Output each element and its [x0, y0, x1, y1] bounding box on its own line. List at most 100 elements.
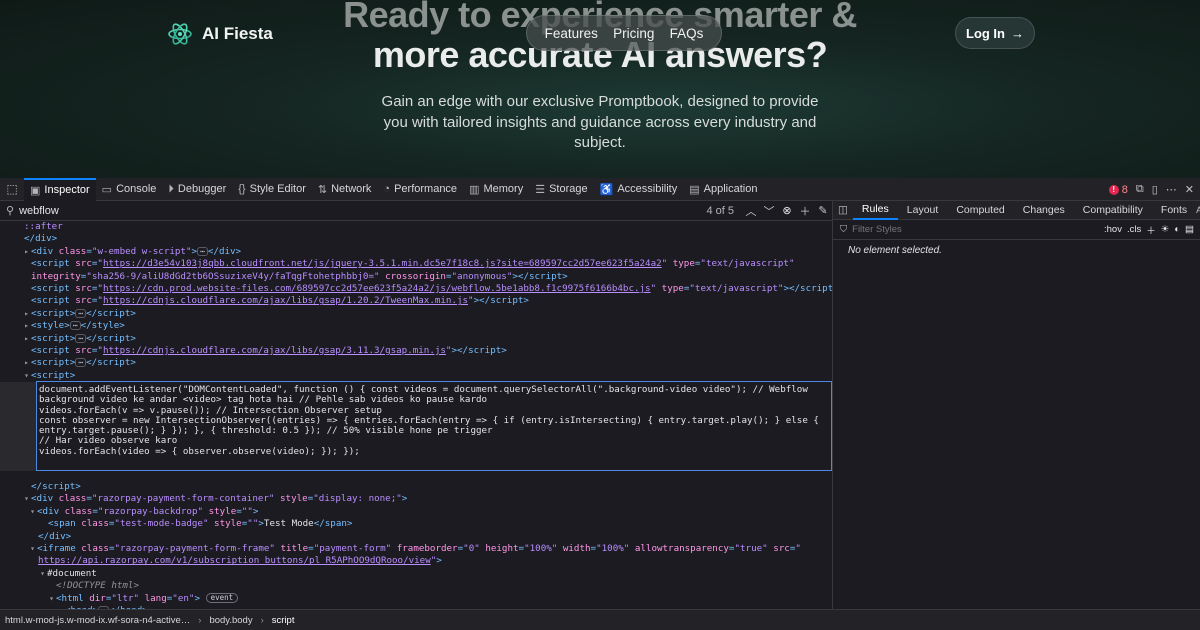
collapsed-content-badge[interactable]: ⋯: [75, 358, 87, 368]
more-tabs-icon[interactable]: A▾: [1196, 205, 1200, 216]
tab-network[interactable]: ⇅ Network: [312, 178, 378, 201]
markup-row[interactable]: ▸ <style> ⋯ </style>: [0, 320, 832, 332]
tab-application[interactable]: ▤ Application: [683, 178, 763, 201]
markup-row[interactable]: <script src="https://cdn.prod.website-fi…: [0, 283, 832, 295]
collapse-arrow-icon[interactable]: ▾: [28, 543, 37, 555]
tab-storage[interactable]: ☰ Storage: [529, 178, 593, 201]
markup-row[interactable]: ▸ <script> ⋯ </script>: [0, 308, 832, 320]
tab-style-editor[interactable]: {} Style Editor: [232, 178, 312, 201]
script-text-node[interactable]: document.addEventListener("DOMContentLoa…: [36, 381, 832, 471]
tab-compatibility[interactable]: Compatibility: [1074, 201, 1152, 220]
arrow-right-icon: →: [1011, 25, 1024, 41]
expand-arrow-icon[interactable]: ▸: [22, 246, 31, 258]
sidebar-toggle-icon[interactable]: ◫: [833, 204, 853, 216]
markup-row[interactable]: ▸ <script> ⋯ </script>: [0, 333, 832, 345]
brand-link[interactable]: AI Fiesta: [166, 20, 273, 48]
element-picker-icon[interactable]: ⬚: [0, 178, 24, 201]
filter-bar: ⛉ :hov .cls ＋ ☀ ◐ ▤: [833, 220, 1200, 240]
expand-arrow-icon[interactable]: ▸: [22, 357, 31, 369]
search-next-icon[interactable]: ﹀: [760, 203, 778, 219]
hero-subtitle: Gain an edge with our exclusive Promptbo…: [381, 93, 819, 151]
collapsed-content-badge[interactable]: ⋯: [197, 246, 208, 256]
search-input[interactable]: [19, 204, 707, 217]
tab-layout[interactable]: Layout: [898, 201, 948, 220]
search-prev-icon[interactable]: ︿: [742, 203, 760, 219]
tab-changes[interactable]: Changes: [1014, 201, 1074, 220]
breadcrumb-script[interactable]: script: [272, 615, 295, 626]
markup-row[interactable]: ▸ <div class="w-embed w-script"> ⋯ </div>: [0, 246, 832, 258]
expand-arrow-icon[interactable]: ▸: [22, 320, 31, 332]
nav-faqs[interactable]: FAQs: [670, 26, 704, 41]
search-icon: ⚲: [6, 205, 15, 217]
more-menu-icon[interactable]: ⋯: [1166, 183, 1177, 196]
nav-features[interactable]: Features: [545, 26, 598, 41]
collapse-arrow-icon[interactable]: ▾: [47, 593, 56, 605]
memory-icon: ▥: [469, 183, 480, 196]
markup-row[interactable]: <script src="https://cdnjs.cloudflare.co…: [0, 295, 832, 307]
tab-console[interactable]: ▭ Console: [96, 178, 163, 201]
add-node-icon[interactable]: ＋: [796, 203, 814, 219]
storage-icon: ☰: [535, 183, 546, 196]
inspector-icon: ▣: [30, 184, 41, 197]
filter-icon: ⛉: [840, 224, 848, 235]
ai-fiesta-logo-icon: [168, 23, 192, 45]
collapse-arrow-icon[interactable]: ▾: [28, 506, 37, 518]
dark-mode-icon[interactable]: ◐: [1174, 224, 1180, 235]
color-picker-icon[interactable]: ✎: [814, 204, 832, 217]
tab-fonts[interactable]: Fonts: [1152, 201, 1196, 220]
markup-row[interactable]: ▾ <iframe class="razorpay-payment-form-fr…: [0, 543, 832, 555]
markup-row[interactable]: https://api.razorpay.com/v1/subscription…: [0, 555, 832, 567]
dock-icon[interactable]: ▯: [1152, 183, 1158, 196]
close-icon[interactable]: ✕: [1185, 183, 1194, 196]
markup-row[interactable]: <script src="https://cdnjs.cloudflare.co…: [0, 345, 832, 357]
tab-debugger[interactable]: ⏵ Debugger: [162, 178, 232, 201]
tab-memory[interactable]: ▥ Memory: [463, 178, 529, 201]
collapsed-content-badge[interactable]: ⋯: [75, 308, 87, 318]
collapse-arrow-icon[interactable]: ▾: [38, 568, 47, 580]
clear-search-icon[interactable]: ⊗: [778, 204, 796, 217]
markup-row[interactable]: ▾ <html dir="ltr" lang="en"> event: [0, 593, 832, 605]
markup-row[interactable]: ▾ #document: [0, 568, 832, 580]
tab-performance[interactable]: ◔ Performance: [377, 178, 463, 201]
breadcrumb-html[interactable]: html.w-mod-js.w-mod-ix.wf-sora-n4-active…: [5, 615, 190, 626]
network-icon: ⇅: [317, 183, 328, 196]
markup-row[interactable]: <script src="https://d3e54v103j8qbb.clou…: [0, 258, 832, 270]
tab-rules[interactable]: Rules: [852, 201, 898, 220]
tab-accessibility[interactable]: ♿ Accessibility: [594, 178, 684, 201]
expand-arrow-icon[interactable]: ▸: [22, 308, 31, 320]
markup-row[interactable]: ▸ <script> ⋯ </script>: [0, 357, 832, 369]
print-media-icon[interactable]: ▤: [1185, 224, 1194, 235]
selected-node-band: [0, 382, 36, 471]
markup-row[interactable]: </div>: [0, 531, 832, 543]
breadcrumb-separator-icon: ›: [198, 614, 202, 626]
markup-row[interactable]: <!DOCTYPE html>: [0, 580, 832, 592]
expand-arrow-icon[interactable]: ▸: [22, 333, 31, 345]
markup-row[interactable]: ▾ <div class="razorpay-payment-form-conta…: [0, 493, 832, 505]
tab-computed[interactable]: Computed: [947, 201, 1013, 220]
markup-row[interactable]: integrity="sha256-9/aliU8dGd2tb6OSsuzixe…: [0, 271, 832, 283]
collapse-arrow-icon[interactable]: ▾: [22, 370, 31, 382]
nav-pricing[interactable]: Pricing: [613, 26, 654, 41]
tab-inspector[interactable]: ▣ Inspector: [24, 177, 96, 201]
light-mode-icon[interactable]: ☀: [1161, 224, 1170, 235]
performance-icon: ◔: [383, 183, 391, 195]
filter-styles-input[interactable]: [852, 224, 1099, 235]
login-button[interactable]: Log In →: [955, 17, 1035, 49]
markup-row[interactable]: ::after: [0, 221, 832, 233]
breadcrumb: html.w-mod-js.w-mod-ix.wf-sora-n4-active…: [0, 609, 1200, 630]
collapse-arrow-icon[interactable]: ▾: [22, 493, 31, 505]
add-rule-icon[interactable]: ＋: [1146, 223, 1156, 237]
hov-toggle[interactable]: :hov: [1104, 224, 1122, 235]
breadcrumb-body[interactable]: body.body: [209, 615, 252, 626]
markup-row[interactable]: ▾ <div class="razorpay-backdrop" style=""…: [0, 506, 832, 518]
event-badge[interactable]: event: [205, 593, 239, 604]
collapsed-content-badge[interactable]: ⋯: [75, 333, 87, 343]
collapsed-content-badge[interactable]: ⋯: [69, 321, 81, 331]
markup-row[interactable]: </div>: [0, 233, 832, 245]
error-count-badge[interactable]: ! 8: [1108, 184, 1128, 196]
main-nav: Features Pricing FAQs: [526, 15, 722, 51]
window-icon[interactable]: ⧉: [1136, 183, 1144, 196]
markup-row[interactable]: </script>: [0, 481, 832, 493]
markup-row[interactable]: <span class="test-mode-badge" style="">T…: [0, 518, 832, 530]
cls-toggle[interactable]: .cls: [1127, 224, 1141, 235]
